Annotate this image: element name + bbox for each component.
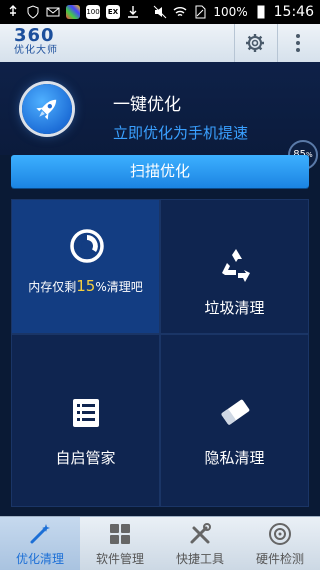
app-logo: 360 优化大师 [14, 27, 74, 61]
memory-gauge-icon [70, 229, 104, 263]
app-ex-icon: EX [106, 5, 120, 19]
junk-clean-tile[interactable]: 垃圾清理 [160, 199, 309, 334]
apps-grid-icon [110, 524, 130, 544]
mute-icon [153, 5, 167, 19]
tab-optimize-clean[interactable]: 优化清理 [0, 517, 80, 570]
tab-label: 软件管理 [95, 552, 144, 566]
junk-clean-label: 垃圾清理 [204, 299, 265, 317]
settings-button[interactable] [234, 24, 275, 62]
app-100-icon: 100 [86, 5, 100, 19]
tab-label: 硬件检测 [255, 552, 304, 566]
tab-hardware-check[interactable]: 硬件检测 [240, 517, 320, 570]
memory-tile[interactable]: 内存仅剩15%清理吧 [11, 199, 160, 334]
clock: 15:46 [273, 4, 314, 20]
logo-number: 360 [14, 25, 55, 46]
one-key-optimize-button[interactable] [22, 84, 72, 134]
download-icon [128, 6, 138, 18]
scan-optimize-button[interactable]: 扫描优化 [11, 155, 309, 188]
battery-percent: 100% [213, 5, 248, 19]
magic-wand-icon [30, 524, 50, 544]
bottom-tab-bar: 优化清理 软件管理 快捷工具 硬件检测 [0, 516, 320, 570]
recycle-icon [222, 249, 250, 282]
tab-quick-tools[interactable]: 快捷工具 [160, 517, 240, 570]
memory-prefix: 内存仅剩 [28, 280, 77, 294]
hero-title: 一键优化 [113, 95, 181, 115]
no-sim-icon [195, 5, 206, 19]
autostart-tile[interactable]: 自启管家 [11, 334, 160, 507]
privacy-clean-tile[interactable]: 隐私清理 [160, 334, 309, 507]
tab-software-manage[interactable]: 软件管理 [80, 517, 160, 570]
more-menu-button[interactable] [277, 24, 318, 62]
wifi-icon [173, 7, 187, 17]
status-bar: 100 EX 100% 15:46 [0, 0, 320, 24]
tab-label: 快捷工具 [175, 552, 224, 566]
hardware-icon [269, 523, 291, 545]
memory-status-text: 内存仅剩15%清理吧 [12, 277, 159, 295]
logo-text: 优化大师 [14, 45, 58, 56]
optimize-hero: 一键优化 立即优化为手机提速 [0, 62, 320, 155]
checkmark-shield-icon [27, 5, 39, 19]
tools-icon [190, 523, 211, 544]
mail-icon [46, 7, 60, 17]
gear-icon [246, 34, 264, 52]
rocket-icon [36, 99, 57, 120]
feature-grid: 内存仅剩15%清理吧 垃圾清理 自启管家 隐私清理 [11, 199, 309, 507]
battery-icon [257, 5, 265, 19]
more-vertical-icon [296, 34, 300, 52]
privacy-clean-label: 隐私清理 [204, 449, 265, 467]
tab-label: 优化清理 [15, 552, 64, 566]
colorful-app-icon [66, 5, 80, 19]
usb-icon [9, 5, 17, 16]
memory-suffix: %清理吧 [95, 280, 143, 294]
app-bar: 360 优化大师 [0, 24, 320, 63]
checklist-icon [73, 399, 99, 427]
hero-subtitle[interactable]: 立即优化为手机提速 [113, 122, 248, 143]
autostart-label: 自启管家 [55, 449, 116, 467]
memory-percent: 15 [76, 277, 96, 295]
eraser-icon [221, 399, 250, 425]
